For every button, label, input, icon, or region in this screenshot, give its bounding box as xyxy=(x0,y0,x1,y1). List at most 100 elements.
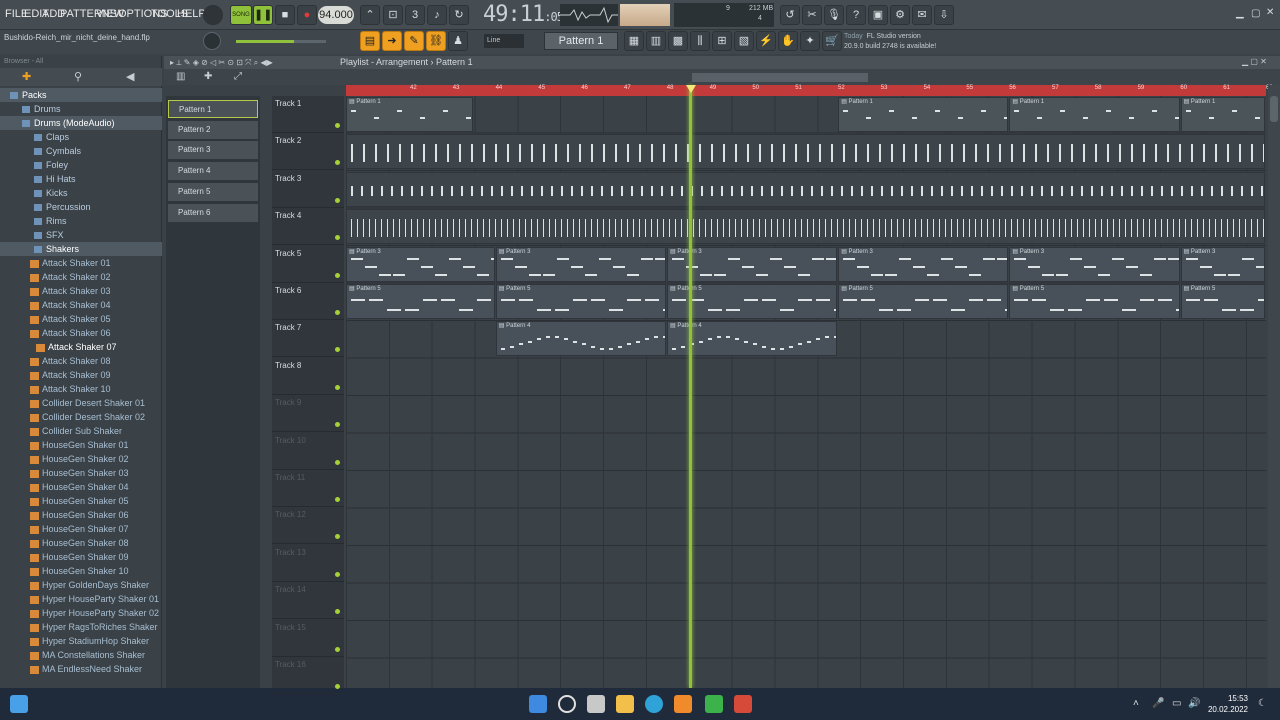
wait-input-icon[interactable]: ⊡ xyxy=(383,5,403,25)
picker-icon[interactable]: ▥ xyxy=(176,71,185,82)
track-header[interactable]: Track 8 xyxy=(272,358,344,395)
file-explorer-icon[interactable] xyxy=(616,695,634,713)
browser-item[interactable]: HouseGen Shaker 01 xyxy=(0,438,162,452)
track-mute-led[interactable] xyxy=(335,534,340,540)
track-mute-led[interactable] xyxy=(335,571,340,577)
browser-item[interactable]: Collider Desert Shaker 01 xyxy=(0,396,162,410)
browser-item[interactable]: HouseGen Shaker 09 xyxy=(0,550,162,564)
playlist-icon[interactable]: ▦ xyxy=(624,31,644,51)
pattern-item[interactable]: Pattern 3 xyxy=(168,141,258,160)
timeline-ruler[interactable]: 42 43 44 45 46 47 48 49 50 51 52 53 54 55 56 57 58 59 60 61… xyxy=(346,85,1273,96)
track-header[interactable]: Track 9 xyxy=(272,395,344,433)
browser-item[interactable]: HouseGen Shaker 03 xyxy=(0,466,162,480)
pencil-tool-icon[interactable]: ✎ xyxy=(404,31,424,51)
minimize-button[interactable]: ▁ xyxy=(1236,8,1244,19)
track-header[interactable]: Track 6 xyxy=(272,283,344,320)
task-view-icon[interactable] xyxy=(587,695,605,713)
mixer-icon[interactable]: ⚙ xyxy=(890,5,910,25)
edge-icon[interactable] xyxy=(645,695,663,713)
playhead[interactable] xyxy=(689,85,692,688)
track-mute-led[interactable] xyxy=(335,123,340,128)
playlist-tools-icons[interactable]: ▸ ⟂ ✎ ◈ ⊘ ◁ ✂ ⊙ ⊡ ⤧ ⌕ ◀▶ xyxy=(170,58,273,68)
pattern-clip[interactable]: ▤ Pattern 1 xyxy=(1009,97,1180,132)
menu-help[interactable]: HELP xyxy=(177,8,206,20)
track-header[interactable]: Track 10 xyxy=(272,433,344,470)
track-mute-led[interactable] xyxy=(335,497,340,502)
browser-item[interactable]: Collider Desert Shaker 02 xyxy=(0,410,162,424)
browser-item[interactable]: Hyper StadiumHop Shaker xyxy=(0,634,162,648)
search-icon[interactable] xyxy=(558,695,576,713)
browser-item[interactable]: Attack Shaker 04 xyxy=(0,298,162,312)
track-mute-led[interactable] xyxy=(335,310,340,315)
browser-item[interactable]: HouseGen Shaker 05 xyxy=(0,494,162,508)
tray-network-icon[interactable]: ▭ xyxy=(1172,698,1181,709)
browser-item[interactable]: Attack Shaker 06 xyxy=(0,326,162,340)
loop-record-icon[interactable]: ↻ xyxy=(449,5,469,25)
snap-select[interactable]: Line xyxy=(484,34,524,48)
touch-controller-icon[interactable]: ✋ xyxy=(778,31,798,51)
maximize-button[interactable]: ▢ xyxy=(1251,8,1260,19)
stamp-icon[interactable]: ♟ xyxy=(448,31,468,51)
pattern-clip[interactable]: ▤ Pattern 4 xyxy=(667,321,838,357)
help-icon[interactable]: ? xyxy=(846,5,866,25)
track-mute-led[interactable] xyxy=(335,609,340,615)
track-header[interactable]: Track 3 xyxy=(272,171,344,208)
record-button[interactable]: ● xyxy=(297,5,317,25)
arrangement-grid[interactable]: ▤ Pattern 1 ▤ Pattern 1 ▤ Pattern 1 ▤ Patte… xyxy=(346,96,1266,688)
pattern-clip[interactable]: ▤ Pattern 3 xyxy=(838,246,1009,282)
pattern-selector[interactable]: Pattern 1 xyxy=(544,32,618,50)
browser-item[interactable]: MA Constellations Shaker xyxy=(0,648,162,662)
browser-item[interactable]: HouseGen Shaker 07 xyxy=(0,522,162,536)
playlist-window-controls[interactable]: ▁ ▢ ✕ xyxy=(1242,57,1267,66)
browser-item[interactable]: Percussion xyxy=(0,200,162,214)
channel-rack-icon[interactable]: ▥ xyxy=(646,31,666,51)
vertical-scroll-thumb[interactable] xyxy=(1270,96,1278,122)
pattern-clip[interactable]: ▤ Pattern 5 xyxy=(1180,284,1266,319)
browser-item[interactable]: Hyper HouseParty Shaker 01 xyxy=(0,592,162,606)
pattern-clip[interactable] xyxy=(346,171,1266,207)
pattern-clip[interactable]: ▤ Pattern 1 xyxy=(346,97,474,132)
fl-studio-icon[interactable] xyxy=(674,695,692,713)
pattern-clip[interactable]: ▤ Pattern 5 xyxy=(346,284,495,319)
camtasia-icon[interactable] xyxy=(705,695,723,713)
browser-item[interactable]: HouseGen Shaker 08 xyxy=(0,536,162,550)
pattern-clip[interactable]: ▤ Pattern 5 xyxy=(667,284,838,319)
browser-item[interactable]: Attack Shaker 10 xyxy=(0,382,162,396)
browser-speaker-icon[interactable]: ◀ xyxy=(126,70,134,83)
windows-start-icon[interactable] xyxy=(10,695,28,713)
playlist-window-icon[interactable]: ▤ xyxy=(360,31,380,51)
browser-item[interactable]: MA EndlessNeed Shaker xyxy=(0,662,162,676)
pattern-item[interactable]: Pattern 2 xyxy=(168,120,258,139)
browser-item[interactable]: Attack Shaker 08 xyxy=(0,354,162,368)
browser-item[interactable]: Packs xyxy=(0,88,162,102)
browser-item[interactable]: Attack Shaker 03 xyxy=(0,284,162,298)
browser-item[interactable]: HouseGen Shaker 04 xyxy=(0,480,162,494)
browser-item[interactable]: Hyper RagsToRiches Shaker xyxy=(0,620,162,634)
track-header[interactable]: Track 2 xyxy=(272,133,344,171)
pattern-clip[interactable] xyxy=(346,134,1266,170)
notification-icon[interactable]: ☾ xyxy=(1258,698,1267,709)
browser-item[interactable]: Kicks xyxy=(0,186,162,200)
tray-chevron-icon[interactable]: ˄ xyxy=(1133,698,1139,709)
recorder-icon[interactable] xyxy=(734,695,752,713)
tray-mic-icon[interactable]: 🎤 xyxy=(1152,698,1164,709)
tray-volume-icon[interactable]: 🔊 xyxy=(1188,698,1200,709)
pattern-clip[interactable]: ▤ Pattern 3 xyxy=(346,246,495,282)
track-mute-led[interactable] xyxy=(335,235,340,241)
browser-item[interactable]: SFX xyxy=(0,228,162,242)
master-volume-slider[interactable] xyxy=(236,40,326,43)
microphone-icon[interactable]: 🎙 xyxy=(824,5,844,25)
taskbar-clock[interactable]: 15:53 20.02.2022 xyxy=(1206,693,1248,715)
browser-item[interactable]: Hyper HouseParty Shaker 02 xyxy=(0,606,162,620)
pattern-item[interactable]: Pattern 4 xyxy=(168,162,258,181)
browser-item[interactable]: Collider Sub Shaker xyxy=(0,424,162,438)
track-mute-led[interactable] xyxy=(335,646,340,652)
track-mute-led[interactable] xyxy=(335,459,340,465)
cut-icon[interactable]: ✂ xyxy=(802,5,822,25)
pattern-item[interactable]: Pattern 5 xyxy=(168,182,258,201)
browser-item[interactable]: Cymbals xyxy=(0,144,162,158)
pattern-clip[interactable]: ▤ Pattern 3 xyxy=(495,246,666,282)
link-icon[interactable]: ⛓ xyxy=(426,31,446,51)
countdown-icon[interactable]: 3 xyxy=(405,5,425,25)
playhead-marker[interactable] xyxy=(686,85,696,93)
